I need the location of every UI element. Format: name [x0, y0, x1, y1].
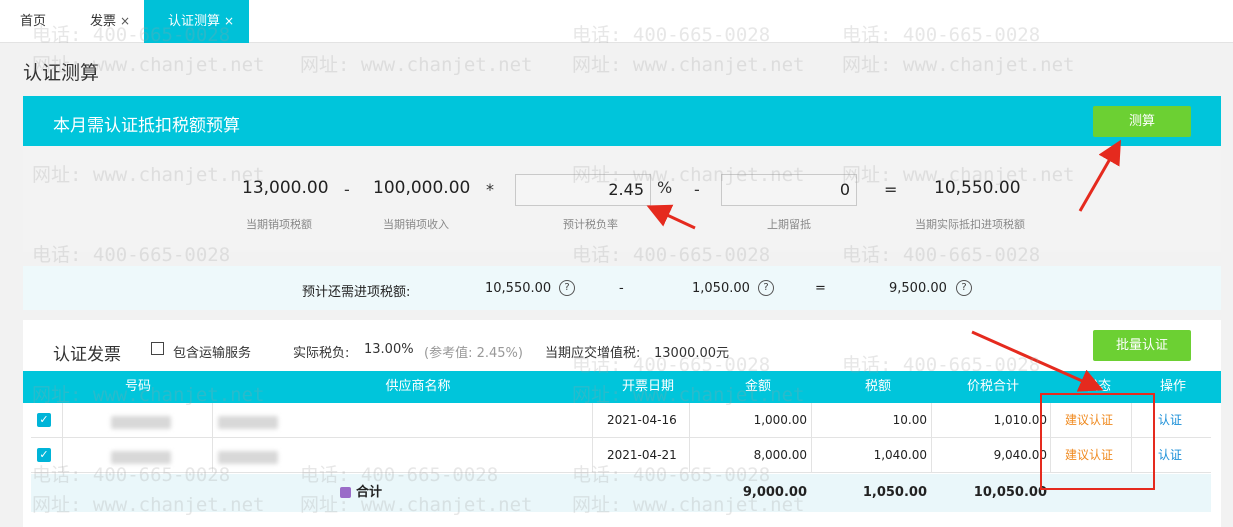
- col-supplier[interactable]: 供应商名称: [343, 371, 493, 403]
- tab-invoice[interactable]: 发票 ×: [90, 0, 130, 43]
- help-icon[interactable]: ?: [758, 280, 774, 296]
- calculate-button[interactable]: 测算: [1093, 106, 1191, 137]
- batch-certify-button[interactable]: 批量认证: [1093, 330, 1191, 361]
- vat-due-value: 13000.00元: [654, 346, 730, 361]
- row-date: 2021-04-21: [607, 448, 677, 462]
- supplier-redacted: [218, 451, 278, 464]
- include-transport-label: 包含运输服务: [173, 346, 252, 361]
- col-total[interactable]: 价税合计: [953, 371, 1033, 403]
- actual-burden-value: 13.00%: [364, 342, 414, 357]
- help-icon[interactable]: ?: [559, 280, 575, 296]
- col-date[interactable]: 开票日期: [608, 371, 688, 403]
- equals-operator: =: [884, 180, 898, 199]
- invoice-section-title: 认证发票: [53, 345, 121, 365]
- watermark-site: 网址: www.chanjet.net: [572, 54, 805, 76]
- close-icon[interactable]: ×: [224, 14, 234, 28]
- tab-certification-calc[interactable]: 认证测算 ×: [144, 0, 249, 43]
- table-row[interactable]: ✓ 2021-04-16 1,000.00 10.00 1,010.00 建议认…: [31, 403, 1211, 438]
- row-total: 9,040.00: [993, 448, 1047, 462]
- row-date: 2021-04-16: [607, 413, 677, 427]
- sum-icon: [340, 487, 351, 498]
- tab-home[interactable]: 首页: [20, 0, 46, 43]
- annotation-highlight-box: [1040, 393, 1155, 490]
- page-title: 认证测算: [23, 62, 100, 84]
- estimate-equals: =: [815, 281, 826, 296]
- output-income-value: 100,000.00: [373, 178, 471, 198]
- total-tax: 1,050.00: [862, 485, 927, 500]
- estimate-label: 预计还需进项税额:: [302, 285, 411, 300]
- output-tax-label: 当期销项税额: [246, 218, 312, 231]
- estimate-value-1: 10,550.00: [485, 281, 552, 296]
- table-row[interactable]: ✓ 2021-04-21 8,000.00 1,040.00 9,040.00 …: [31, 438, 1211, 473]
- help-icon[interactable]: ?: [956, 280, 972, 296]
- tax-rate-label: 预计税负率: [563, 218, 618, 231]
- actual-deduct-value: 10,550.00: [934, 178, 1021, 198]
- total-amount: 9,000.00: [742, 485, 807, 500]
- prev-retained-label: 上期留抵: [767, 218, 811, 231]
- close-icon[interactable]: ×: [120, 14, 130, 28]
- certify-link[interactable]: 认证: [1158, 403, 1182, 438]
- number-redacted: [111, 451, 171, 464]
- row-checkbox[interactable]: ✓: [37, 448, 51, 462]
- actual-deduct-label: 当期实际抵扣进项税额: [915, 218, 1025, 231]
- row-checkbox[interactable]: ✓: [37, 413, 51, 427]
- budget-title: 本月需认证抵扣税额预算: [53, 116, 240, 136]
- budget-header: 本月需认证抵扣税额预算 测算: [23, 96, 1221, 146]
- prev-retained-input[interactable]: 0: [721, 174, 857, 206]
- row-tax: 10.00: [892, 413, 927, 427]
- tab-bar: 首页 发票 × 认证测算 ×: [0, 0, 1233, 43]
- estimate-value-2: 1,050.00: [692, 281, 750, 296]
- total-row: 合计 9,000.00 1,050.00 10,050.00: [31, 474, 1211, 512]
- tab-home-label: 首页: [20, 14, 47, 29]
- vat-due-label: 当期应交增值税:: [545, 346, 641, 361]
- certify-link[interactable]: 认证: [1158, 438, 1182, 473]
- row-amount: 8,000.00: [753, 448, 807, 462]
- col-tax[interactable]: 税额: [843, 371, 913, 403]
- tax-rate-input[interactable]: 2.45: [515, 174, 651, 206]
- reference-value: (参考值: 2.45%): [424, 342, 523, 361]
- row-amount: 1,000.00: [753, 413, 807, 427]
- minus-operator: -: [344, 180, 350, 199]
- number-redacted: [111, 416, 171, 429]
- times-operator: *: [486, 180, 494, 199]
- watermark-site: 网址: www.chanjet.net: [300, 54, 533, 76]
- estimate-result: 9,500.00: [889, 281, 947, 296]
- reference-value-text: (参考值: 2.45%): [424, 346, 523, 361]
- tab-certification-calc-label: 认证测算: [168, 14, 221, 29]
- output-tax-value: 13,000.00: [242, 178, 329, 198]
- actual-burden-label: 实际税负:: [293, 346, 350, 361]
- row-total: 1,010.00: [993, 413, 1047, 427]
- output-income-label: 当期销项收入: [383, 218, 449, 231]
- include-transport-checkbox[interactable]: [151, 342, 164, 355]
- total-label: 合计: [356, 485, 383, 500]
- supplier-redacted: [218, 416, 278, 429]
- minus-operator-2: -: [694, 180, 700, 199]
- tab-invoice-label: 发票: [90, 14, 117, 29]
- percent-unit: %: [657, 178, 673, 197]
- watermark-site: 网址: www.chanjet.net: [842, 54, 1075, 76]
- estimate-minus: -: [619, 281, 624, 296]
- row-tax: 1,040.00: [873, 448, 927, 462]
- col-number[interactable]: 号码: [83, 371, 193, 403]
- total-amount-with-tax: 10,050.00: [973, 485, 1047, 500]
- col-amount[interactable]: 金额: [723, 371, 793, 403]
